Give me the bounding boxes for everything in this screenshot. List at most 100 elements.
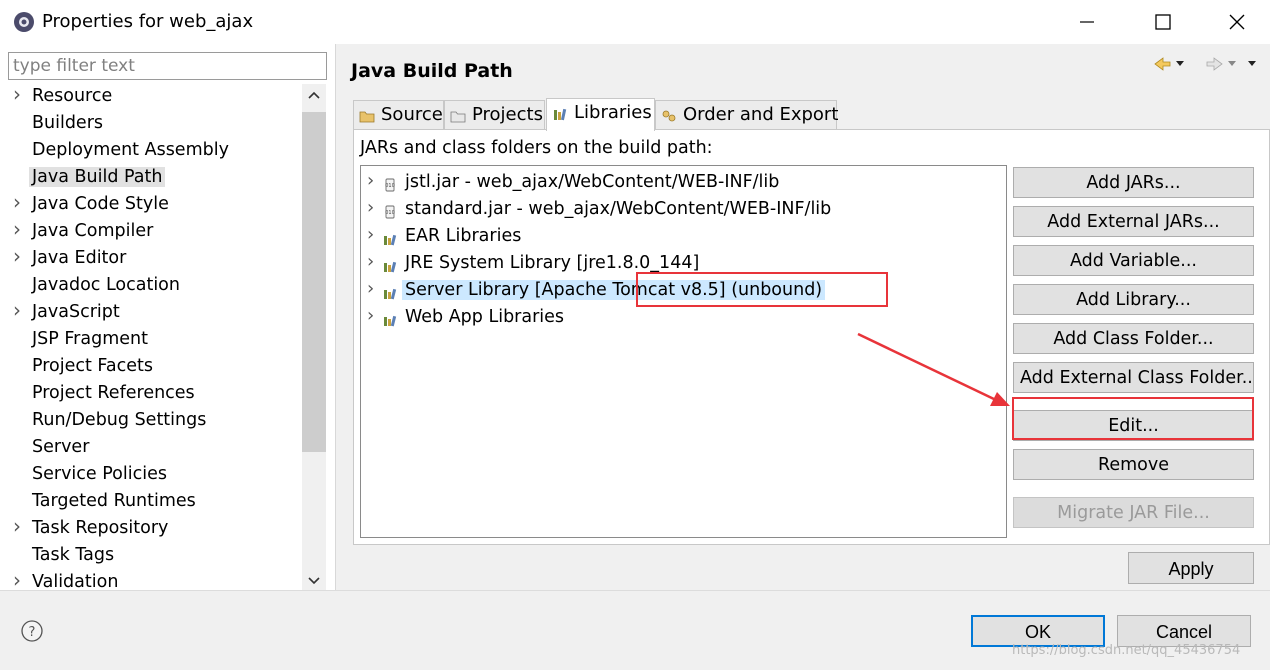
tree-item-java-code-style[interactable]: › Java Code Style xyxy=(0,190,300,219)
chevron-right-icon[interactable]: › xyxy=(367,170,374,191)
add-library-button[interactable]: Add Library... xyxy=(1013,284,1254,315)
library-icon xyxy=(383,258,397,273)
back-dropdown-icon xyxy=(1176,61,1184,66)
add-class-folder-button[interactable]: Add Class Folder... xyxy=(1013,323,1254,354)
history-navigation[interactable] xyxy=(1152,54,1262,74)
add-variable-button[interactable]: Add Variable... xyxy=(1013,245,1254,276)
tree-item-java-editor[interactable]: › Java Editor xyxy=(0,244,300,273)
svg-text:010: 010 xyxy=(385,210,395,216)
tree-item-task-repository[interactable]: › Task Repository xyxy=(0,514,300,543)
build-path-entry[interactable]: › 010 standard.jar - web_ajax/WebContent/W… xyxy=(361,197,1001,224)
scroll-down-icon[interactable] xyxy=(307,576,321,586)
tab-source[interactable]: Source xyxy=(353,100,444,130)
tree-item-service-policies[interactable]: Service Policies xyxy=(0,462,300,489)
tree-item-label: Javadoc Location xyxy=(32,275,180,295)
svg-text:?: ? xyxy=(29,625,36,640)
add-jars-button[interactable]: Add JARs... xyxy=(1013,167,1254,198)
build-path-entries[interactable]: › 010 jstl.jar - web_ajax/WebContent/WEB-I… xyxy=(360,165,1007,538)
close-button[interactable] xyxy=(1222,10,1252,34)
chevron-right-icon[interactable]: › xyxy=(367,224,374,245)
tree-item-label: Validation xyxy=(32,572,119,590)
tree-item-validation[interactable]: › Validation xyxy=(0,568,300,590)
library-icon xyxy=(554,108,567,121)
tree-item-label: Java Compiler xyxy=(32,221,154,241)
entry-label: jstl.jar - web_ajax/WebContent/WEB-INF/l… xyxy=(405,172,780,192)
migrate-jar-button[interactable]: Migrate JAR File... xyxy=(1013,497,1254,528)
libraries-tab-content: JARs and class folders on the build path… xyxy=(353,129,1270,545)
library-icon xyxy=(383,312,397,327)
library-icon xyxy=(383,231,397,246)
tab-label: Order and Export xyxy=(683,104,839,125)
navigation-panel: › Resource Builders Deployment Assembly Java… xyxy=(0,44,336,590)
tree-item-jsp-fragment[interactable]: JSP Fragment xyxy=(0,327,300,354)
apply-button[interactable]: Apply xyxy=(1128,552,1254,584)
chevron-right-icon[interactable]: › xyxy=(13,568,25,590)
chevron-right-icon[interactable]: › xyxy=(367,251,374,272)
tree-item-label: Java Editor xyxy=(32,248,127,268)
tree-item-label: Service Policies xyxy=(32,464,167,484)
tree-item-project-references[interactable]: Project References xyxy=(0,381,300,408)
build-path-entry[interactable]: › Server Library [Apache Tomcat v8.5] (un… xyxy=(361,278,1001,305)
window-title: Properties for web_ajax xyxy=(42,11,254,32)
build-path-entry[interactable]: › Web App Libraries xyxy=(361,305,1001,332)
tree-item-label: Builders xyxy=(32,113,104,133)
chevron-right-icon[interactable]: › xyxy=(367,197,374,218)
build-path-entry[interactable]: › 010 jstl.jar - web_ajax/WebContent/WEB-I… xyxy=(361,170,1001,197)
tree-item-label: JSP Fragment xyxy=(32,329,148,349)
project-icon xyxy=(450,111,466,123)
tab-libraries[interactable]: Libraries xyxy=(546,98,655,131)
tree-item-javascript[interactable]: › JavaScript xyxy=(0,298,300,327)
chevron-right-icon[interactable]: › xyxy=(13,190,25,214)
chevron-right-icon[interactable]: › xyxy=(13,298,25,322)
chevron-right-icon[interactable]: › xyxy=(13,514,25,538)
build-path-entry[interactable]: › JRE System Library [jre1.8.0_144] xyxy=(361,251,1001,278)
property-page-tree: › Resource Builders Deployment Assembly Java… xyxy=(0,84,300,590)
tree-item-javadoc-location[interactable]: Javadoc Location xyxy=(0,273,300,300)
help-icon[interactable]: ? xyxy=(20,619,44,643)
jar-icon: 010 xyxy=(383,177,397,192)
tree-item-java-build-path[interactable]: Java Build Path xyxy=(0,165,300,192)
entry-label: Web App Libraries xyxy=(405,307,565,327)
tree-item-project-facets[interactable]: Project Facets xyxy=(0,354,300,381)
maximize-button[interactable] xyxy=(1148,10,1178,34)
forward-arrow-icon xyxy=(1206,57,1223,71)
chevron-right-icon[interactable]: › xyxy=(13,244,25,268)
tree-item-label: Task Tags xyxy=(32,545,115,565)
filter-input[interactable] xyxy=(8,52,327,80)
chevron-right-icon[interactable]: › xyxy=(367,305,374,326)
entry-label: standard.jar - web_ajax/WebContent/WEB-I… xyxy=(405,199,832,219)
tree-item-run-debug-settings[interactable]: Run/Debug Settings xyxy=(0,408,300,435)
tree-item-label: JavaScript xyxy=(32,302,120,322)
tree-item-server[interactable]: Server xyxy=(0,435,300,462)
tree-item-resource[interactable]: › Resource xyxy=(0,84,300,111)
tree-item-label: Targeted Runtimes xyxy=(32,491,196,511)
entry-label: Server Library [Apache Tomcat v8.5] (unb… xyxy=(402,280,826,300)
title-bar: Properties for web_ajax xyxy=(0,0,1270,44)
remove-button[interactable]: Remove xyxy=(1013,449,1254,480)
tab-label: Source xyxy=(381,104,443,125)
tree-item-label: Java Code Style xyxy=(32,194,169,214)
tab-order-and-export[interactable]: Order and Export xyxy=(655,100,839,130)
tree-item-java-compiler[interactable]: › Java Compiler xyxy=(0,217,300,246)
tree-item-label: Java Build Path xyxy=(29,167,166,187)
scroll-thumb[interactable] xyxy=(302,112,326,452)
view-menu-icon xyxy=(1248,61,1256,66)
edit-button[interactable]: Edit... xyxy=(1013,410,1254,441)
tree-item-label: Task Repository xyxy=(32,518,169,538)
tab-projects[interactable]: Projects xyxy=(444,100,545,130)
tree-item-builders[interactable]: Builders xyxy=(0,111,300,138)
chevron-right-icon[interactable]: › xyxy=(367,278,374,299)
scroll-up-icon[interactable] xyxy=(307,90,321,100)
build-path-label: JARs and class folders on the build path… xyxy=(360,138,713,158)
tree-item-task-tags[interactable]: Task Tags xyxy=(0,543,300,570)
chevron-right-icon[interactable]: › xyxy=(13,217,25,241)
build-path-entry[interactable]: › EAR Libraries xyxy=(361,224,1001,251)
tree-item-deployment-assembly[interactable]: Deployment Assembly xyxy=(0,138,300,165)
minimize-button[interactable] xyxy=(1072,10,1102,34)
order-icon xyxy=(662,110,676,122)
tree-scrollbar[interactable] xyxy=(302,84,326,590)
add-external-class-folder-button[interactable]: Add External Class Folder... xyxy=(1013,362,1254,393)
chevron-right-icon[interactable]: › xyxy=(13,84,25,106)
tree-item-targeted-runtimes[interactable]: Targeted Runtimes xyxy=(0,489,300,516)
add-external-jars-button[interactable]: Add External JARs... xyxy=(1013,206,1254,237)
